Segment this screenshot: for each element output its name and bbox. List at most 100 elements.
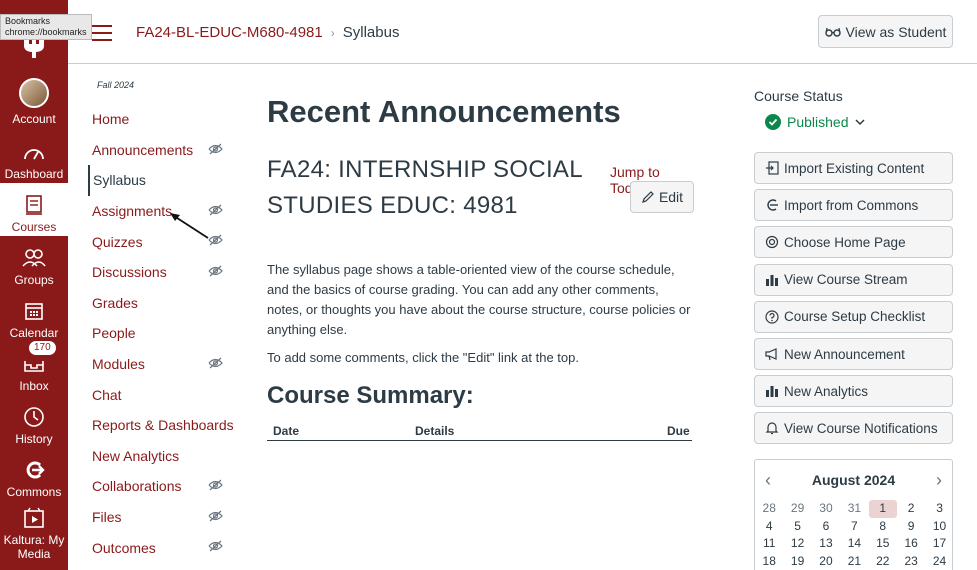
course-nav-files[interactable]: Files [88,502,238,533]
calendar-day[interactable]: 30 [812,500,840,518]
calendar-next-button[interactable]: › [936,470,942,491]
annotation-arrow-icon [170,213,209,239]
course-summary-table-header: Date Details Due [267,423,692,441]
calendar-day[interactable]: 23 [897,553,925,570]
global-nav-label: Commons [6,485,62,499]
course-nav-modules[interactable]: Modules [88,349,238,380]
calendar-day[interactable]: 20 [812,553,840,570]
course-nav-quizzes[interactable]: Quizzes [88,226,238,257]
question-icon [765,310,779,324]
calendar-month-label: August 2024 [811,472,896,488]
sidebar-button-label: Choose Home Page [784,234,906,250]
course-nav-label: Home [92,111,130,128]
dashboard-icon [22,140,46,164]
calendar-day-today[interactable]: 1 [868,500,897,518]
calendar-day[interactable]: 3 [925,500,953,518]
calendar-day[interactable]: 18 [755,553,783,570]
import-icon [765,161,779,175]
import-from-commons-button[interactable]: Import from Commons [754,189,953,222]
breadcrumb-course-link[interactable]: FA24-BL-EDUC-M680-4981 [136,24,323,41]
course-nav-discussions[interactable]: Discussions [88,257,238,288]
course-nav-label: Modules [92,356,145,373]
calendar-day[interactable]: 10 [925,518,953,536]
global-nav-account[interactable]: Account [0,75,68,128]
course-nav-label: Reports & Dashboards [92,417,234,434]
calendar-day[interactable]: 21 [840,553,868,570]
choose-home-page-button[interactable]: Choose Home Page [754,226,953,259]
new-analytics-button[interactable]: New Analytics [754,375,953,408]
calendar-day[interactable]: 12 [783,535,811,553]
course-nav-reports-dashboards[interactable]: Reports & Dashboards [88,410,238,441]
course-nav-home[interactable]: Home [88,104,238,135]
calendar-prev-button[interactable]: ‹ [765,470,771,491]
edit-label: Edit [658,189,684,205]
course-nav-collaborations[interactable]: Collaborations [88,471,238,502]
course-sidebar: Course Status Published Import Existing … [754,80,954,570]
syllabus-description: The syllabus page shows a table-oriented… [267,262,691,337]
calendar-day[interactable]: 7 [840,518,868,536]
calendar-day[interactable]: 11 [755,535,783,553]
global-nav-courses[interactable]: Courses [0,183,68,236]
calendar-day[interactable]: 29 [783,500,811,518]
view-course-notifications-button[interactable]: View Course Notifications [754,412,953,445]
calendar-day[interactable]: 28 [755,500,783,518]
global-nav-label: Courses [11,220,57,234]
hamburger-menu-button[interactable] [92,25,112,41]
course-nav-label: Assignments [92,203,173,220]
tooltip-line-2: chrome://bookmarks [5,27,87,37]
new-announcement-button[interactable]: New Announcement [754,338,953,370]
published-status-toggle[interactable]: Published [765,114,954,130]
global-nav-commons[interactable]: Commons [0,448,68,501]
avatar [19,78,49,108]
course-nav-assignments[interactable]: Assignments [88,196,238,227]
calendar-day[interactable]: 19 [783,553,811,570]
global-nav-calendar[interactable]: Calendar [0,289,68,342]
calendar-day[interactable]: 17 [925,535,953,553]
bar-chart-icon [765,384,779,398]
view-as-student-button[interactable]: View as Student [818,15,953,48]
hidden-eye-icon [208,479,223,491]
commons-import-icon [765,198,779,212]
import-existing-content-button[interactable]: Import Existing Content [754,152,953,184]
calendar-day[interactable]: 4 [755,518,783,536]
global-nav-groups[interactable]: Groups [0,236,68,289]
calendar-day[interactable]: 2 [897,500,925,518]
global-nav-history[interactable]: History [0,395,68,448]
course-nav-new-analytics[interactable]: New Analytics [88,441,238,472]
calendar-day[interactable]: 9 [897,518,925,536]
course-nav-people[interactable]: People [88,318,238,349]
view-course-stream-button[interactable]: View Course Stream [754,263,953,296]
view-as-student-label: View as Student [845,23,947,40]
calendar-day[interactable]: 24 [925,553,953,570]
global-nav-label: Dashboard [4,167,64,181]
course-nav-chat[interactable]: Chat [88,379,238,410]
calendar-day[interactable]: 16 [897,535,925,553]
course-nav-grades[interactable]: Grades [88,288,238,319]
calendar-day[interactable]: 5 [783,518,811,536]
calendar-day[interactable]: 15 [869,535,897,553]
calendar-day[interactable]: 31 [840,500,868,518]
target-icon [765,235,779,249]
course-nav-outcomes[interactable]: Outcomes [88,532,238,563]
calendar-day[interactable]: 8 [869,518,897,536]
global-nav-dashboard[interactable]: Dashboard [0,130,68,183]
global-nav-label: Account [12,112,56,126]
syllabus-title: FA24: INTERNSHIP SOCIAL STUDIES EDUC: 49… [267,156,582,219]
global-nav-kaltura-my-media[interactable]: Kaltura: My Media [0,503,68,563]
calendar-day[interactable]: 14 [840,535,868,553]
calendar-day[interactable]: 6 [812,518,840,536]
global-nav-label: Calendar [9,326,59,340]
course-nav-label: Discussions [92,264,167,281]
sidebar-button-label: New Analytics [784,383,869,399]
course-nav-syllabus[interactable]: Syllabus [88,165,238,196]
edit-button[interactable]: Edit [630,181,694,213]
course-nav-announcements[interactable]: Announcements [88,135,238,166]
groups-icon [22,246,46,270]
kaltura-icon [22,506,46,530]
calendar-day[interactable]: 13 [812,535,840,553]
calendar-day[interactable]: 22 [869,553,897,570]
main-content: Recent Announcements FA24: INTERNSHIP SO… [267,80,697,441]
course-setup-checklist-button[interactable]: Course Setup Checklist [754,300,953,333]
global-nav-inbox[interactable]: 170 Inbox [0,340,68,395]
check-circle-icon [765,114,781,130]
